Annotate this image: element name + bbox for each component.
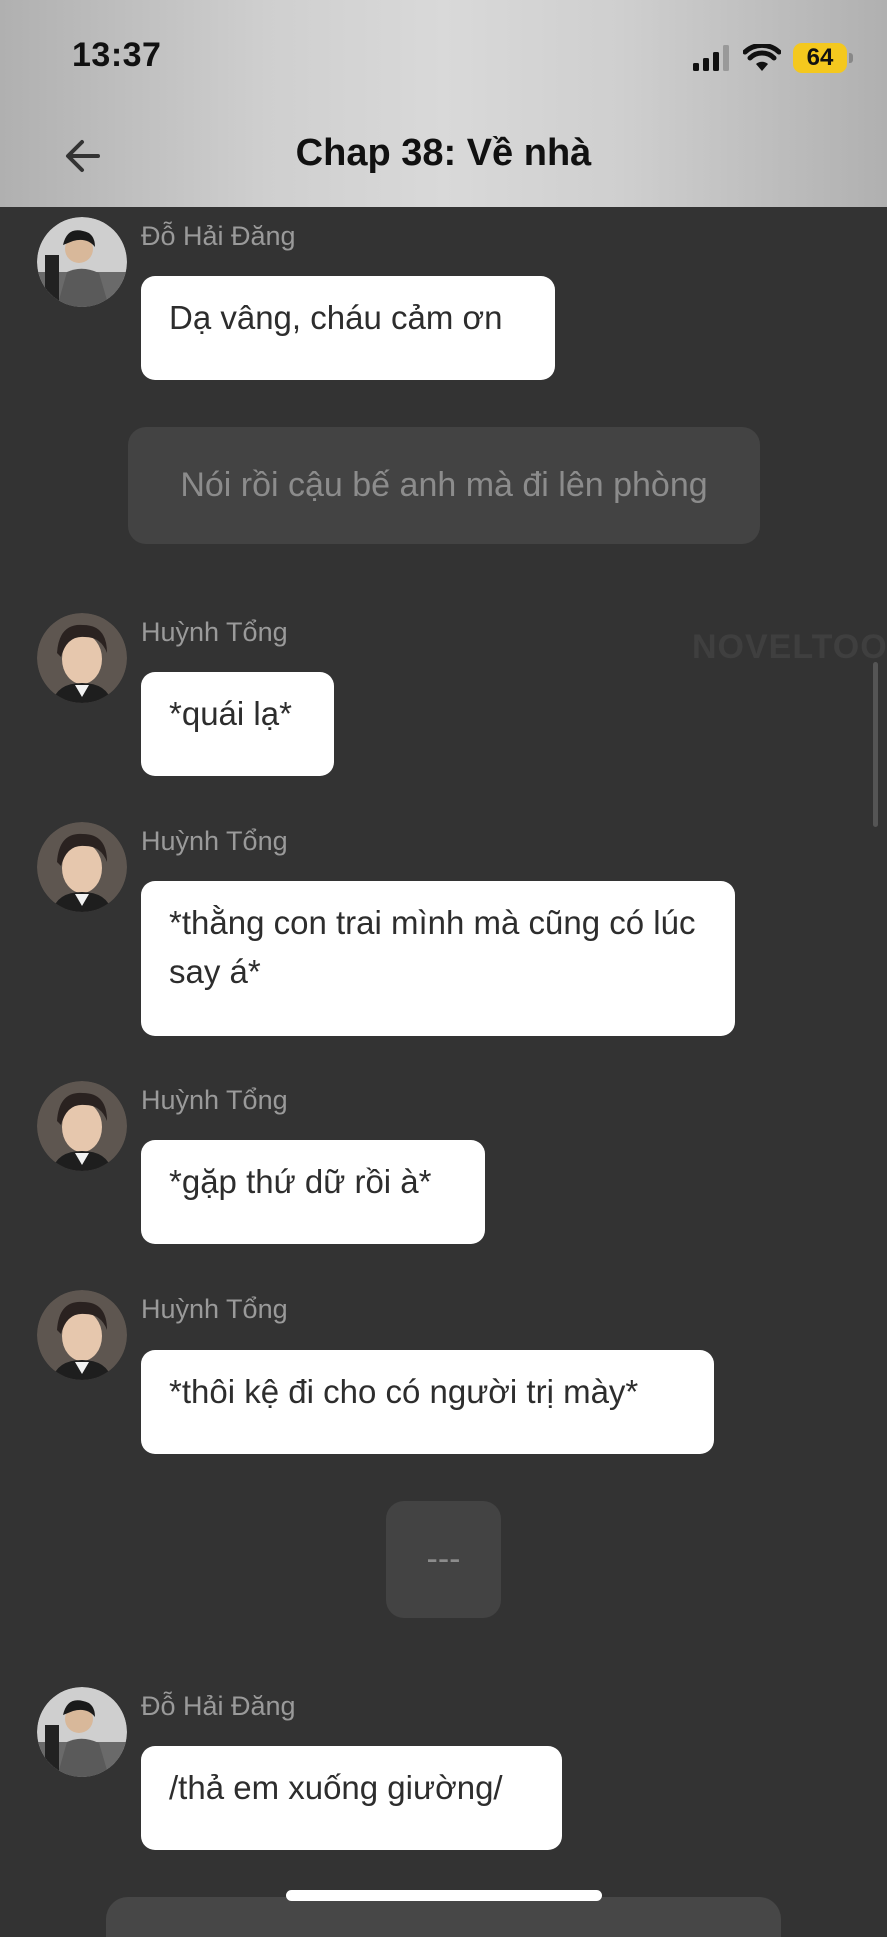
scene-separator: --- [386,1501,501,1618]
battery-level: 64 [806,44,834,71]
message-bubble: *thôi kệ đi cho có người trị mày* [141,1350,714,1454]
avatar-huynh-tong[interactable] [37,613,127,703]
avatar-do-hai-dang[interactable] [37,1687,127,1777]
speaker-name: Đỗ Hải Đăng [141,1691,296,1721]
wifi-icon [743,44,781,71]
speaker-name: Huỳnh Tổng [141,617,288,647]
message-bubble: *gặp thứ dữ rồi à* [141,1140,485,1244]
avatar-huynh-tong[interactable] [37,1290,127,1380]
home-indicator[interactable] [286,1890,602,1901]
status-time: 13:37 [72,36,162,74]
bottom-toolbar[interactable] [106,1897,781,1937]
watermark-logo: NOVELTOON [692,628,887,666]
message-bubble: /thả em xuống giường/ [141,1746,562,1850]
chapter-title: Chap 38: Về nhà [295,132,592,174]
message-bubble: *thằng con trai mình mà cũng có lúc say … [141,881,735,1036]
avatar-huynh-tong[interactable] [37,1081,127,1171]
top-bar: 13:37 64 Chap 38: Về nhà [0,0,887,207]
speaker-name: Huỳnh Tổng [141,1294,288,1324]
avatar-huynh-tong[interactable] [37,822,127,912]
avatar-do-hai-dang[interactable] [37,217,127,307]
scrollbar[interactable] [873,662,878,827]
message-bubble: Dạ vâng, cháu cảm ơn [141,276,555,380]
narration-bubble: Nói rồi cậu bế anh mà đi lên phòng [128,427,760,544]
speaker-name: Huỳnh Tổng [141,826,288,856]
battery-icon: 64 [793,43,853,73]
message-bubble: *quái lạ* [141,672,334,776]
speaker-name: Đỗ Hải Đăng [141,221,296,251]
status-icons: 64 [693,38,853,78]
cellular-signal-icon [693,45,729,71]
speaker-name: Huỳnh Tổng [141,1085,288,1115]
